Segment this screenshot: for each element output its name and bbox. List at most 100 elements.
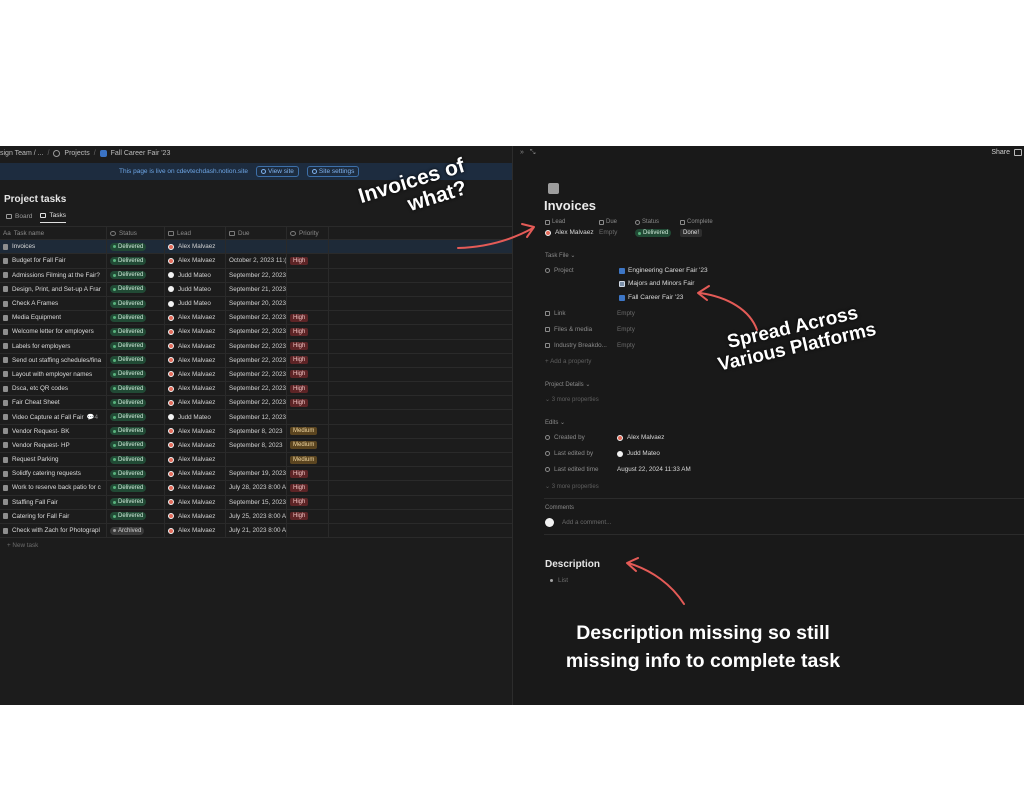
table-row[interactable]: Catering for Fall Fair Delivered Alex Malv… <box>0 509 512 524</box>
table-row[interactable]: Solidfy catering requests Delivered Alex M… <box>0 467 512 482</box>
task-name-cell[interactable]: Send out staffing schedules/fina <box>0 353 107 367</box>
task-name-cell[interactable]: Staffing Fall Fair <box>0 495 107 509</box>
due-cell[interactable] <box>226 453 287 467</box>
tab-tasks[interactable]: Tasks <box>40 212 66 223</box>
priority-cell[interactable]: High <box>287 367 329 382</box>
due-cell[interactable]: September 22, 2023 <box>226 382 287 396</box>
table-row[interactable]: Send out staffing schedules/fina Delivere… <box>0 353 512 368</box>
table-row[interactable]: Vendor Request- BK Delivered Alex Malvaez S… <box>0 424 512 439</box>
task-name-cell[interactable]: Layout with employer names <box>0 367 107 382</box>
status-cell[interactable]: Delivered <box>107 367 165 382</box>
view-site-button[interactable]: View site <box>256 166 299 177</box>
lead-cell[interactable]: Alex Malvaez <box>165 523 226 538</box>
due-cell[interactable]: September 22, 2023 <box>226 325 287 339</box>
task-name-cell[interactable]: Check with Zach for Photograpl <box>0 523 107 538</box>
status-cell[interactable]: Delivered <box>107 495 165 509</box>
table-row[interactable]: Video Capture at Fall Fair 💬4 Delivered Jud… <box>0 410 512 425</box>
lead-cell[interactable]: Judd Mateo <box>165 268 226 282</box>
due-cell[interactable]: September 22, 2023 <box>226 339 287 353</box>
table-row[interactable]: Welcome letter for employers Delivered Ale… <box>0 325 512 340</box>
task-name-cell[interactable]: Vendor Request- HP <box>0 438 107 452</box>
priority-cell[interactable] <box>287 268 329 282</box>
due-cell[interactable] <box>226 240 287 254</box>
task-name-cell[interactable]: Work to reserve back patio for c <box>0 481 107 495</box>
page-title[interactable]: Invoices <box>544 198 596 213</box>
lead-cell[interactable]: Alex Malvaez <box>165 353 226 367</box>
lead-cell[interactable]: Alex Malvaez <box>165 495 226 509</box>
share-button[interactable]: Share <box>991 149 1010 156</box>
status-cell[interactable]: Delivered <box>107 268 165 282</box>
task-name-cell[interactable]: Solidfy catering requests <box>0 467 107 481</box>
due-cell[interactable]: September 22, 2023 <box>226 396 287 410</box>
add-property-button[interactable]: + Add a property <box>545 358 591 365</box>
status-cell[interactable]: Delivered <box>107 353 165 367</box>
breadcrumb-item-projects[interactable]: Projects <box>64 150 89 157</box>
priority-cell[interactable] <box>287 240 329 254</box>
table-row[interactable]: Request Parking Delivered Alex Malvaez Medi… <box>0 453 512 468</box>
priority-cell[interactable] <box>287 523 329 538</box>
due-cell[interactable]: July 21, 2023 8:00 A <box>226 523 287 538</box>
breadcrumb-item-fall-fair[interactable]: Fall Career Fair '23 <box>111 150 171 157</box>
table-row[interactable]: Check A Frames Delivered Judd Mateo Septemb… <box>0 296 512 312</box>
status-cell[interactable]: Archived <box>107 523 165 538</box>
status-cell[interactable]: Delivered <box>107 424 165 438</box>
due-cell[interactable]: September 15, 2023 <box>226 495 287 509</box>
status-cell[interactable]: Delivered <box>107 438 165 452</box>
priority-cell[interactable]: High <box>287 509 329 523</box>
task-name-cell[interactable]: Video Capture at Fall Fair 💬4 <box>0 410 107 424</box>
column-header-status[interactable]: Status <box>107 227 165 240</box>
edits-toggle[interactable]: Edits ⌄ <box>545 419 565 426</box>
breadcrumb-item-team[interactable]: sign Team / ... <box>0 150 43 157</box>
due-cell[interactable]: September 22, 2023 <box>226 311 287 325</box>
add-comment-input[interactable]: Add a comment... <box>545 518 611 527</box>
priority-cell[interactable]: High <box>287 396 329 410</box>
project-link-engineering[interactable]: Engineering Career Fair '23 <box>619 267 708 274</box>
tab-board[interactable]: Board <box>6 212 32 223</box>
task-file-toggle[interactable]: Task File ⌄ <box>545 252 575 259</box>
lead-cell[interactable]: Alex Malvaez <box>165 453 226 467</box>
project-link-majors[interactable]: Majors and Minors Fair <box>619 280 694 287</box>
status-cell[interactable]: Delivered <box>107 254 165 268</box>
status-cell[interactable]: Delivered <box>107 311 165 325</box>
prop-value-due[interactable]: Empty <box>599 229 617 236</box>
lead-cell[interactable]: Alex Malvaez <box>165 311 226 325</box>
status-cell[interactable]: Delivered <box>107 282 165 296</box>
prop-value-files[interactable]: Empty <box>617 326 635 333</box>
due-cell[interactable]: July 25, 2023 8:00 A <box>226 509 287 523</box>
task-name-cell[interactable]: Check A Frames <box>0 296 107 311</box>
task-name-cell[interactable]: Vendor Request- BK <box>0 424 107 438</box>
status-cell[interactable]: Delivered <box>107 453 165 467</box>
status-cell[interactable]: Delivered <box>107 410 165 424</box>
column-header-name[interactable]: Aa Task name <box>0 227 107 240</box>
lead-cell[interactable]: Judd Mateo <box>165 282 226 296</box>
lead-cell[interactable]: Alex Malvaez <box>165 240 226 254</box>
lead-cell[interactable]: Alex Malvaez <box>165 424 226 438</box>
lead-cell[interactable]: Alex Malvaez <box>165 382 226 396</box>
due-cell[interactable]: July 28, 2023 8:00 A <box>226 481 287 495</box>
prop-value-lead[interactable]: Alex Malvaez <box>545 229 594 236</box>
new-task-button[interactable]: + New task <box>0 538 512 552</box>
task-name-cell[interactable]: Request Parking <box>0 453 107 467</box>
status-cell[interactable]: Delivered <box>107 296 165 311</box>
priority-cell[interactable] <box>287 296 329 311</box>
task-name-cell[interactable]: Media Equipment <box>0 311 107 325</box>
task-name-cell[interactable]: Fair Cheat Sheet <box>0 396 107 410</box>
priority-cell[interactable]: High <box>287 467 329 481</box>
task-name-cell[interactable]: Dsca, etc QR codes <box>0 382 107 396</box>
due-cell[interactable]: October 2, 2023 11:( <box>226 254 287 268</box>
status-cell[interactable]: Delivered <box>107 481 165 495</box>
table-row[interactable]: Work to reserve back patio for c Delivere… <box>0 481 512 496</box>
priority-cell[interactable] <box>287 410 329 424</box>
column-header-priority[interactable]: Priority <box>287 227 329 240</box>
lead-cell[interactable]: Alex Malvaez <box>165 481 226 495</box>
priority-cell[interactable]: Medium <box>287 424 329 438</box>
priority-cell[interactable]: Medium <box>287 438 329 452</box>
table-row[interactable]: Staffing Fall Fair Delivered Alex Malvaez S… <box>0 495 512 510</box>
status-cell[interactable]: Delivered <box>107 339 165 353</box>
comment-icon[interactable] <box>1014 149 1022 156</box>
description-heading[interactable]: Description <box>545 559 600 570</box>
due-cell[interactable]: September 21, 2023 <box>226 282 287 296</box>
due-cell[interactable]: September 8, 2023 <box>226 438 287 452</box>
task-name-cell[interactable]: Design, Print, and Set-up A Frar <box>0 282 107 296</box>
task-name-cell[interactable]: Welcome letter for employers <box>0 325 107 339</box>
